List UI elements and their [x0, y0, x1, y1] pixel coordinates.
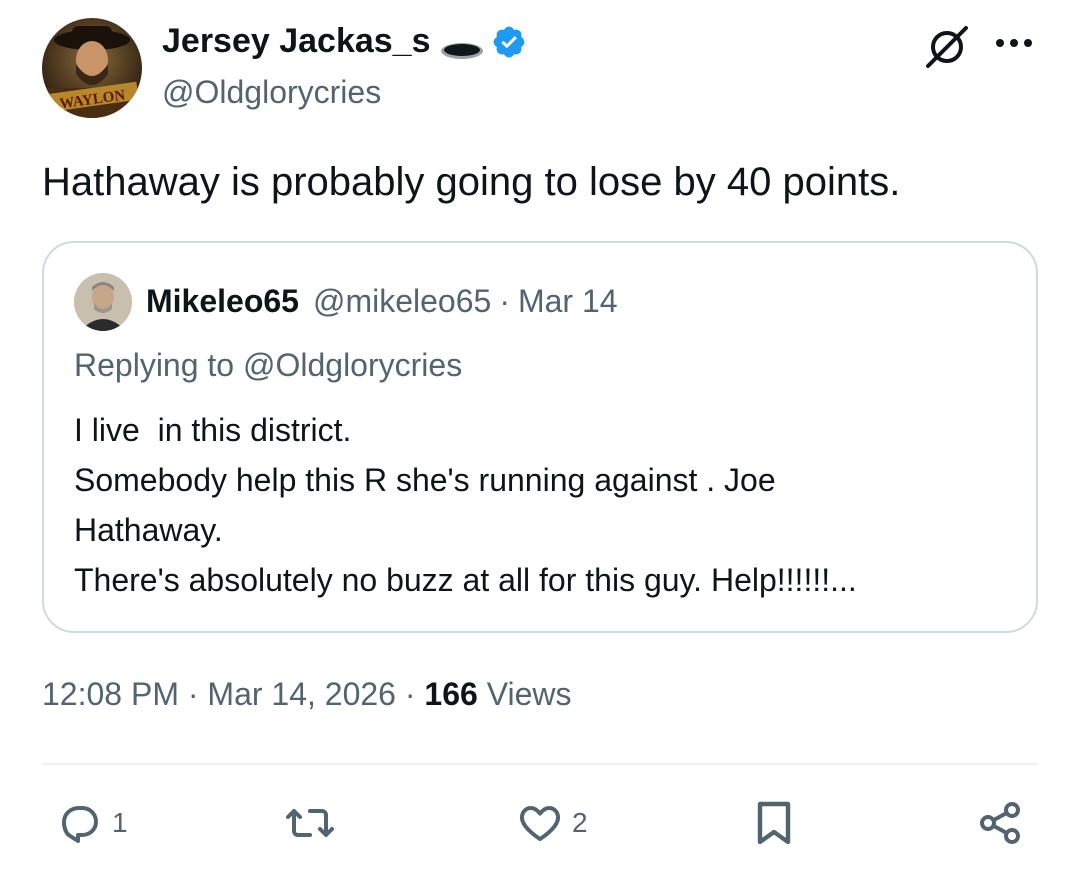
tweet-meta: 12:08 PM · Mar 14, 2026 · 166 Views	[42, 676, 571, 713]
retweet-icon	[284, 799, 336, 847]
quoted-author-handle[interactable]: @mikeleo65	[313, 283, 491, 320]
grok-icon[interactable]	[922, 24, 972, 70]
author-display-name[interactable]: Jersey Jackas_s	[162, 22, 527, 61]
reply-icon	[56, 799, 104, 847]
tweet-detail: WAYLON Jersey Jackas_s @Oldglorycries Ha…	[0, 0, 1080, 877]
retweet-button[interactable]	[284, 798, 336, 848]
verified-icon[interactable]	[491, 24, 527, 60]
meta-separator: ·	[187, 676, 199, 712]
quoted-tweet-card[interactable]: Mikeleo65 @mikeleo65 · Mar 14 Replying t…	[42, 241, 1038, 633]
share-button[interactable]	[976, 798, 1024, 848]
quoted-line: Hathaway.	[74, 512, 223, 548]
reply-count: 1	[112, 807, 128, 838]
tweet-text: Hathaway is probably going to lose by 40…	[42, 160, 901, 204]
divider	[42, 763, 1038, 765]
meta-separator: ·	[404, 676, 416, 712]
quoted-line: There's absolutely no buzz at all for th…	[74, 562, 857, 598]
tweet-time[interactable]: 12:08 PM	[42, 676, 179, 712]
author-handle[interactable]: @Oldglorycries	[162, 74, 381, 111]
share-icon	[976, 799, 1024, 847]
replying-to-label: Replying to @Oldglorycries	[74, 347, 463, 383]
bookmark-button[interactable]	[752, 798, 796, 848]
quoted-tweet-body: I live in this district. Somebody help t…	[74, 405, 1004, 605]
views-label: Views	[486, 676, 572, 712]
like-icon	[516, 799, 564, 847]
quoted-tweet-header: Mikeleo65 @mikeleo65 · Mar 14	[146, 283, 618, 320]
quoted-author-avatar[interactable]	[74, 273, 132, 331]
views-count: 166	[424, 676, 478, 712]
reply-button[interactable]: 1	[56, 798, 128, 848]
more-icon[interactable]	[994, 36, 1034, 48]
hole-emoji-icon	[439, 31, 485, 59]
author-avatar[interactable]: WAYLON	[42, 18, 142, 118]
quoted-tweet-date[interactable]: Mar 14	[518, 283, 618, 320]
bookmark-icon	[752, 798, 796, 848]
quoted-line: Somebody help this R she's running again…	[74, 462, 776, 498]
tweet-date[interactable]: Mar 14, 2026	[207, 676, 396, 712]
like-count: 2	[572, 807, 588, 838]
author-name-text[interactable]: Jersey Jackas_s	[162, 22, 431, 61]
header-separator: ·	[499, 283, 510, 319]
like-button[interactable]: 2	[516, 798, 588, 848]
quoted-author-name[interactable]: Mikeleo65	[146, 283, 299, 320]
quoted-line: I live in this district.	[74, 412, 352, 448]
